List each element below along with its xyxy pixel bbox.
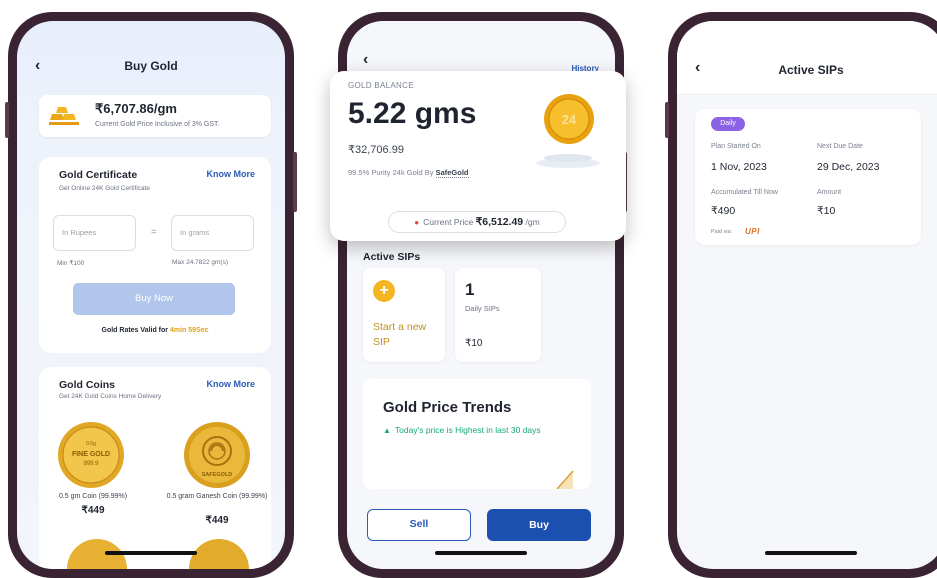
- plan-started-label: Plan Started On: [711, 143, 761, 150]
- coins-title: Gold Coins: [59, 379, 115, 391]
- certificate-subtitle: Get Online 24K Gold Certificate: [59, 185, 151, 192]
- screen-gold-balance: ‹ History Active SIPs + Start a new SIP …: [330, 21, 626, 569]
- certificate-know-more-link[interactable]: Know More: [207, 169, 256, 179]
- buy-button[interactable]: Buy: [487, 509, 591, 541]
- gold-balance-label: GOLD BALANCE: [348, 81, 414, 90]
- sip-amount: ₹10: [465, 338, 483, 349]
- amount-label: Amount: [817, 189, 842, 196]
- current-price-pill: ● Current Price ₹6,512.49 /gm: [388, 211, 566, 233]
- screen-buy-gold: ‹ Buy Gold ₹6,707.86/gm Current Gold Pri…: [17, 21, 285, 569]
- next-due-value: 29 Dec, 2023: [817, 161, 880, 173]
- buy-now-button[interactable]: Buy Now: [73, 283, 235, 315]
- next-due-label: Next Due Date: [817, 143, 863, 150]
- phone-active-sips: ‹ Active SIPs Daily Plan Started On 1 No…: [665, 12, 937, 578]
- rates-countdown: 4min 59Sec: [169, 327, 209, 334]
- coin-2-name: 0.5 gram Ganesh Coin (99.99%): [166, 493, 268, 500]
- rates-validity-label: Gold Rates Valid for: [101, 327, 169, 334]
- home-indicator: [765, 551, 857, 555]
- coins-subtitle: Get 24K Gold Coins Home Delivery: [59, 393, 162, 400]
- max-grams-hint: Max 24.7822 gm(s): [172, 259, 228, 266]
- daily-sips-card[interactable]: 1 Daily SIPs ₹10: [455, 268, 541, 362]
- coin-engraving-fine-gold: FINE GOLD: [72, 451, 110, 458]
- certificate-title: Gold Certificate: [59, 169, 138, 181]
- plan-started-value: 1 Nov, 2023: [711, 161, 767, 173]
- equals-sign: =: [151, 227, 157, 238]
- coin-4-image-partial[interactable]: [189, 539, 249, 569]
- rupees-input[interactable]: In Rupees: [53, 215, 136, 251]
- accumulated-value: ₹490: [711, 205, 736, 217]
- purity-text: 99.5% Purity 24k Gold By: [348, 168, 434, 177]
- upi-text: UPI: [745, 227, 760, 236]
- trends-subtitle-text: Today's price is Highest in last 30 days: [394, 425, 541, 435]
- gold-coins-card: Gold Coins Get 24K Gold Coins Home Deliv…: [39, 367, 271, 569]
- home-indicator: [435, 551, 527, 555]
- sip-count: 1: [465, 280, 475, 299]
- current-price-card: ₹6,707.86/gm Current Gold Price Inclusiv…: [39, 95, 271, 137]
- current-price-value: ₹6,512.49: [475, 216, 524, 228]
- paid-via-label: Paid via:: [711, 229, 733, 235]
- trend-chart-sliver: [556, 470, 574, 489]
- gold-price-value: ₹6,707.86/gm: [95, 101, 177, 116]
- grams-input[interactable]: In grams: [171, 215, 254, 251]
- gold-balance-rupees: ₹32,706.99: [348, 144, 404, 156]
- phone-gold-balance: ‹ History Active SIPs + Start a new SIP …: [330, 12, 627, 578]
- page-title: Buy Gold: [124, 59, 178, 73]
- fine-gold-coin-image[interactable]: 0.5g FINE GOLD 999.9: [57, 421, 125, 489]
- coin-engraving-purity: 999.9: [83, 461, 99, 467]
- gold-price-trends-card: Gold Price Trends ▲ Today's price is High…: [363, 379, 591, 489]
- gold-certificate-card: Gold Certificate Get Online 24K Gold Cer…: [39, 157, 271, 353]
- gold-balance-card: GOLD BALANCE 5.22 gms ₹32,706.99 99.5% P…: [330, 71, 626, 241]
- current-price-label: Current Price: [423, 217, 474, 227]
- coin-engraving-brand: SAFEGOLD: [202, 472, 233, 478]
- purity-note: 99.5% Purity 24k Gold By SafeGold: [348, 168, 469, 178]
- trends-title: Gold Price Trends: [383, 399, 512, 416]
- active-sips-title: Active SIPs: [363, 251, 421, 263]
- back-arrow-icon[interactable]: ‹: [363, 51, 368, 69]
- min-amount-hint: Min ₹100: [57, 260, 85, 267]
- amount-value: ₹10: [817, 205, 836, 217]
- live-dot-icon: ●: [414, 218, 420, 227]
- plus-icon: +: [373, 280, 395, 302]
- gold-bars-icon: [49, 107, 79, 125]
- phone-buy-gold: ‹ Buy Gold ₹6,707.86/gm Current Gold Pri…: [5, 12, 297, 578]
- trends-subtitle: ▲ Today's price is Highest in last 30 day…: [383, 425, 541, 435]
- current-price-unit: /gm: [525, 217, 540, 227]
- coin-1-name: 0.5 gm Coin (99.99%): [58, 493, 128, 500]
- coin-24k-mark: 24: [562, 112, 577, 127]
- coin-engraving-weight: 0.5g: [86, 441, 96, 447]
- home-indicator: [105, 551, 197, 555]
- sell-button[interactable]: Sell: [367, 509, 471, 541]
- trend-up-icon: ▲: [383, 426, 391, 435]
- accumulated-label: Accumulated Till Now: [711, 189, 778, 196]
- frequency-badge: Daily: [711, 117, 745, 131]
- start-sip-card[interactable]: + Start a new SIP: [363, 268, 445, 362]
- coin-2-price: ₹449: [205, 515, 229, 526]
- ganesh-coin-image[interactable]: SAFEGOLD: [183, 421, 251, 489]
- upi-logo: UPI: [745, 227, 760, 236]
- gold-price-note: Current Gold Price Inclusive of 3% GST.: [95, 121, 220, 128]
- rates-validity: Gold Rates Valid for 4min 59Sec: [39, 327, 271, 334]
- start-sip-label: Start a new SIP: [373, 321, 427, 349]
- safegold-brand[interactable]: SafeGold: [435, 168, 469, 178]
- screen-active-sips: ‹ Active SIPs Daily Plan Started On 1 No…: [677, 21, 937, 569]
- page-title: Active SIPs: [778, 63, 844, 77]
- 24k-gold-coin-icon: 24: [544, 94, 594, 144]
- sip-kind: Daily SIPs: [465, 304, 500, 313]
- coins-know-more-link[interactable]: Know More: [207, 379, 256, 389]
- coin-1-price: ₹449: [81, 505, 105, 516]
- gold-balance-grams: 5.22 gms: [348, 97, 477, 130]
- coin-base-icon: [536, 154, 600, 168]
- sip-detail-card[interactable]: Daily Plan Started On 1 Nov, 2023 Next D…: [695, 109, 921, 245]
